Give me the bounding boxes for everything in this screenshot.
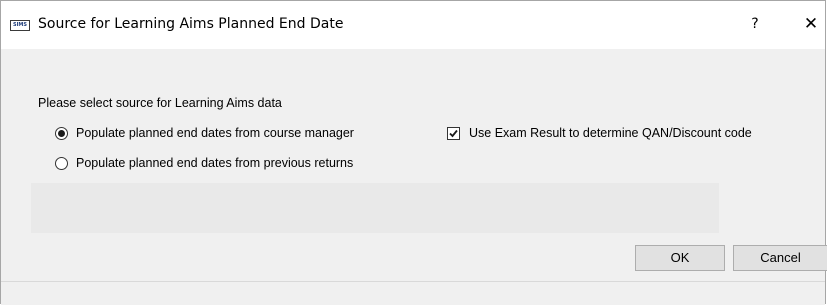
exam-result-checkbox[interactable] (447, 127, 460, 140)
close-icon[interactable]: ✕ (800, 14, 822, 34)
help-button[interactable]: ? (745, 14, 765, 34)
exam-result-checkbox-label[interactable]: Use Exam Result to determine QAN/Discoun… (469, 126, 752, 140)
window-title: Source for Learning Aims Planned End Dat… (38, 16, 344, 32)
info-panel (31, 183, 719, 233)
title-bar: SIMS Source for Learning Aims Planned En… (1, 1, 825, 49)
radio-previous-returns-label[interactable]: Populate planned end dates from previous… (76, 156, 353, 170)
ok-button[interactable]: OK (635, 245, 725, 271)
cancel-button[interactable]: Cancel (733, 245, 827, 271)
radio-previous-returns[interactable] (55, 157, 68, 170)
checkmark-icon (449, 129, 458, 138)
source-prompt-label: Please select source for Learning Aims d… (38, 96, 282, 110)
radio-course-manager[interactable] (55, 127, 68, 140)
radio-course-manager-label[interactable]: Populate planned end dates from course m… (76, 126, 354, 140)
dialog-window: SIMS Source for Learning Aims Planned En… (0, 0, 827, 305)
status-footer (1, 282, 825, 305)
sims-app-icon: SIMS (10, 20, 30, 31)
